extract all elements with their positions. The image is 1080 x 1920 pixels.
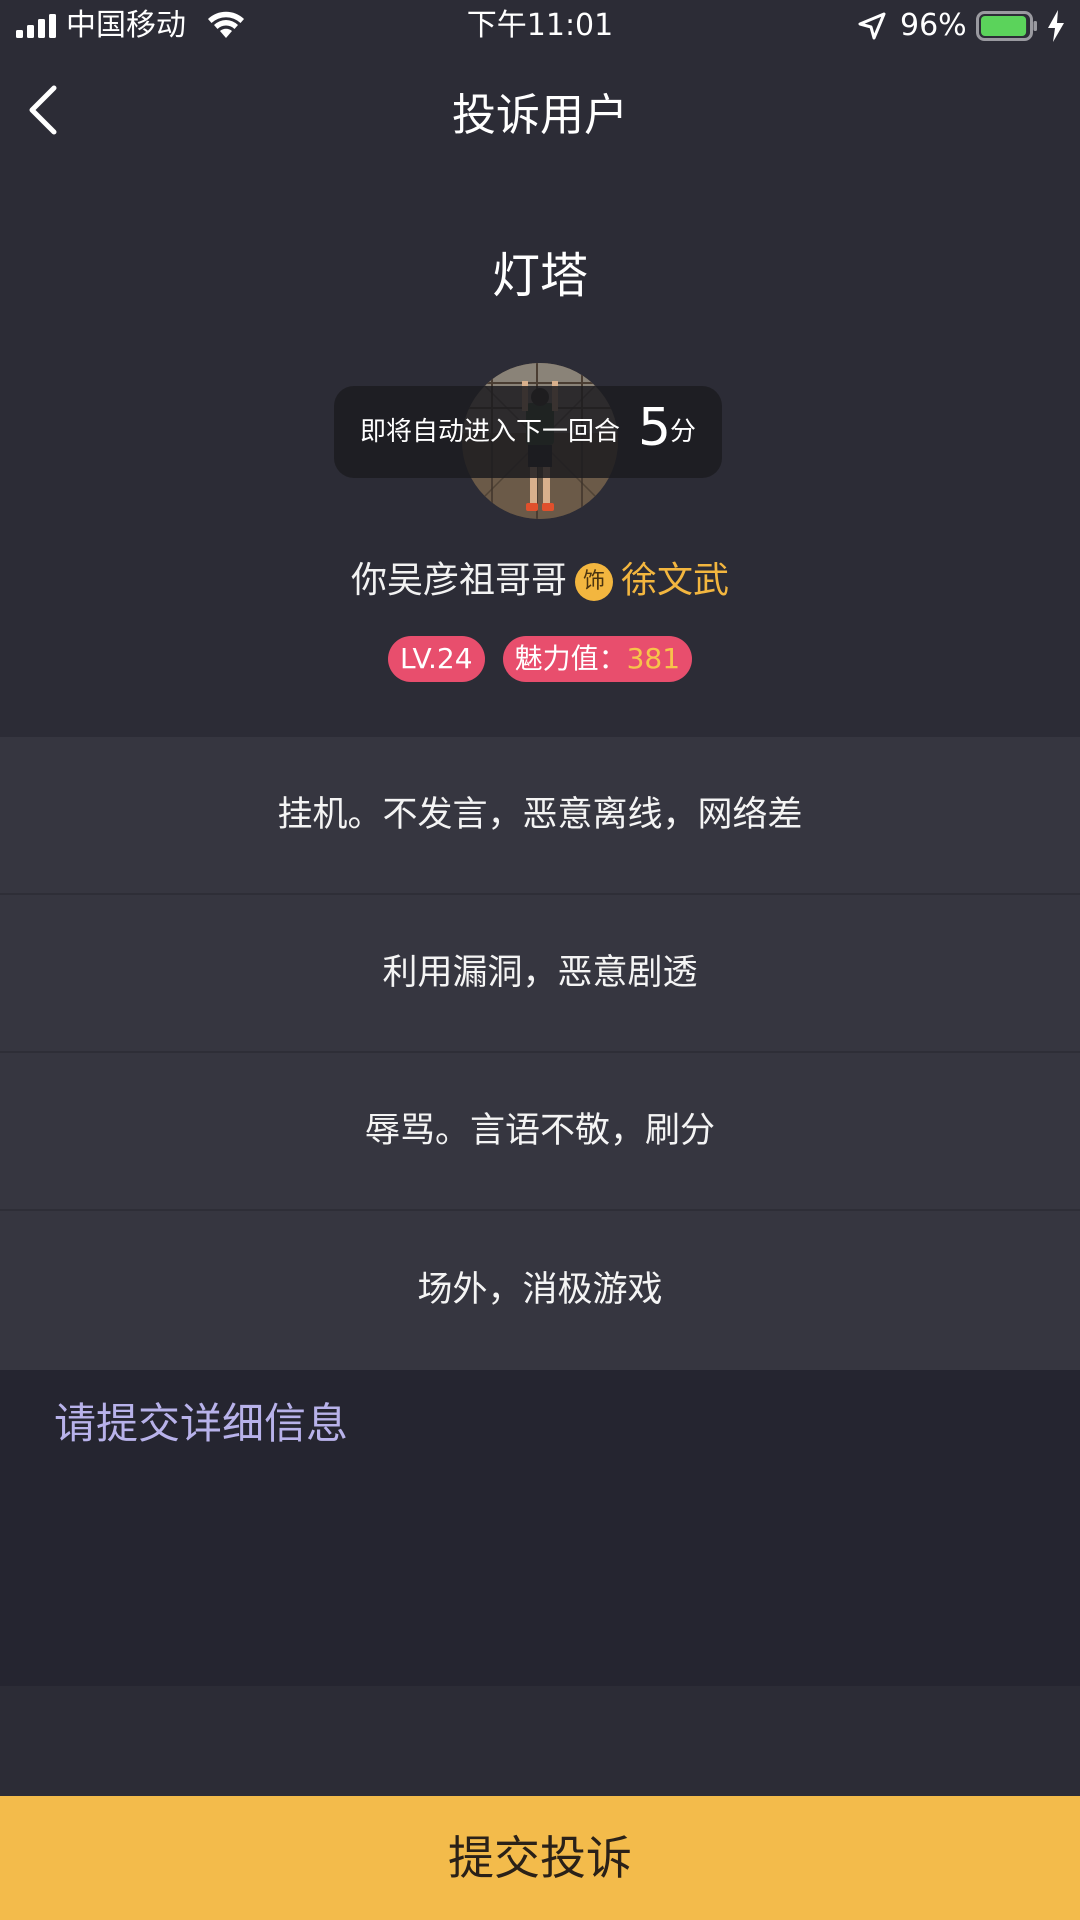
complaint-screen: 中国移动 下午11:01 96% 投诉用户 灯塔 即将自动进入下一回合 5 分 … <box>0 0 1080 1920</box>
charm-label: 魅力值： <box>514 642 627 675</box>
detail-input[interactable]: 请提交详细信息 <box>0 1370 1080 1686</box>
reason-option[interactable]: 辱骂。言语不敬，刷分 <box>0 1053 1080 1209</box>
charm-badge: 魅力值：381 <box>502 636 693 682</box>
countdown-value: 5 <box>638 398 672 458</box>
user-tags: LV.24 魅力值：381 <box>0 636 1080 682</box>
countdown-unit: 分 <box>670 417 697 447</box>
battery-percent: 96% <box>900 8 967 43</box>
level-badge: LV.24 <box>387 636 485 682</box>
user-info: 你吴彦祖哥哥饰徐文武 <box>0 556 1080 606</box>
countdown-text: 即将自动进入下一回合 <box>360 417 621 447</box>
page-title: 投诉用户 <box>452 90 628 141</box>
detail-placeholder: 请提交详细信息 <box>54 1399 349 1448</box>
user-name: 你吴彦祖哥哥 <box>350 560 567 601</box>
submit-complaint-button[interactable]: 提交投诉 <box>0 1796 1080 1920</box>
countdown-toast: 即将自动进入下一回合 5 分 <box>334 386 722 478</box>
room-name: 灯塔 <box>491 248 588 304</box>
reason-option[interactable]: 场外，消极游戏 <box>0 1211 1080 1370</box>
role-name: 徐文武 <box>621 560 730 601</box>
battery-icon <box>976 11 1037 41</box>
location-arrow-icon <box>858 12 886 40</box>
charm-value: 381 <box>626 642 681 675</box>
reason-option[interactable]: 利用漏洞，恶意剧透 <box>0 895 1080 1051</box>
status-bar: 中国移动 下午11:01 96% <box>0 0 1080 54</box>
charging-bolt-icon <box>1048 10 1064 42</box>
reason-option[interactable]: 挂机。不发言，恶意离线，网络差 <box>0 737 1080 893</box>
role-badge: 饰 <box>575 563 613 601</box>
